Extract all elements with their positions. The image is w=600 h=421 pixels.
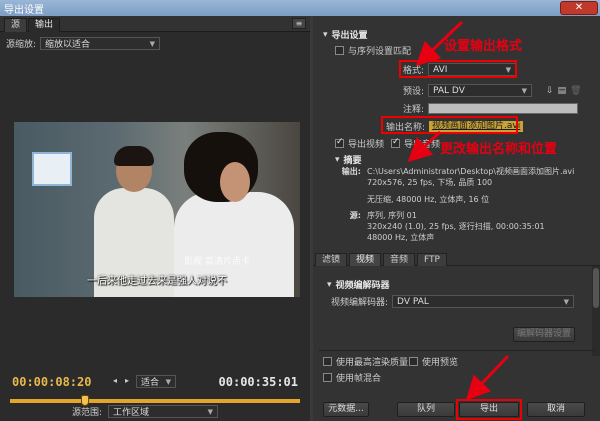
arrow-to-export (465, 354, 510, 401)
annotation-format-note: 设置输出格式 (444, 39, 523, 54)
annotation-name-note: 更改输出名称和位置 (440, 142, 558, 157)
arrow-to-output-name (407, 130, 442, 163)
annotation-arrows (407, 20, 510, 401)
